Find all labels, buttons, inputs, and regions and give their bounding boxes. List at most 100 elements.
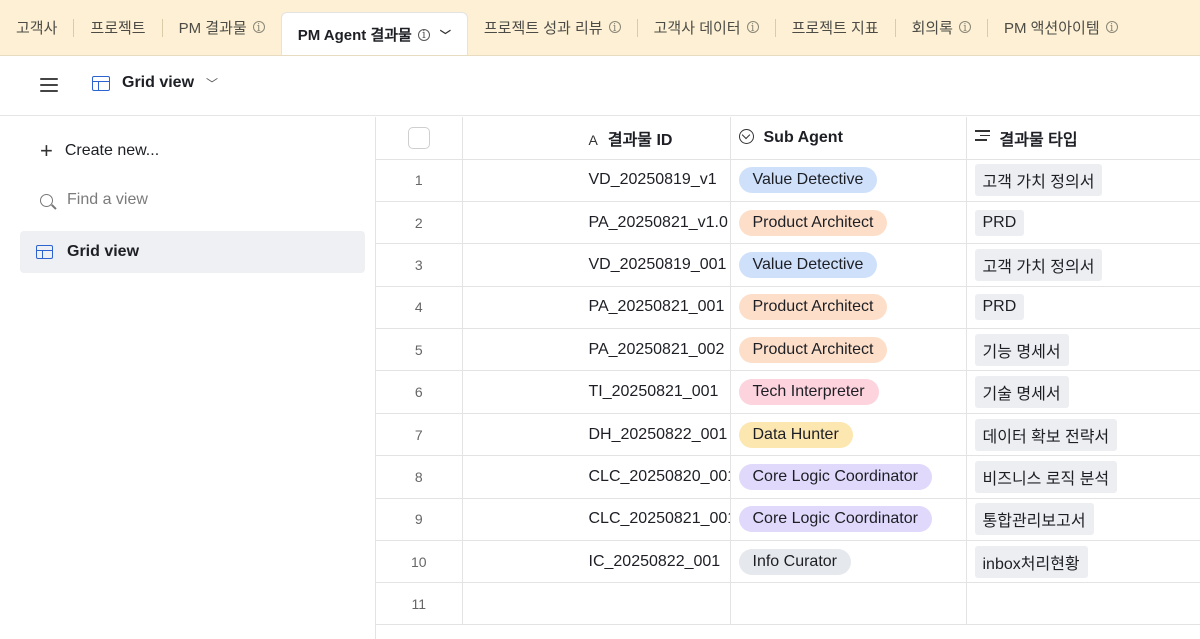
cell-id-text: PA_20250821_v1.0 bbox=[588, 213, 728, 231]
table-row[interactable]: 4 PA_20250821_001 Product Architect PRD bbox=[376, 286, 1200, 330]
cell-type[interactable]: 데이터 확보 전략서 bbox=[966, 413, 1200, 457]
view-switcher-button[interactable]: Grid view ﹀ bbox=[92, 74, 218, 92]
cell-type[interactable]: 비즈니스 로직 분석 bbox=[966, 455, 1200, 499]
cell-sub-agent[interactable] bbox=[730, 582, 967, 626]
cell-sub-agent[interactable]: Core Logic Coordinator bbox=[730, 455, 967, 499]
tab-7[interactable]: 회의록 i bbox=[896, 0, 987, 55]
cell-id[interactable]: VD_20250819_v1 bbox=[462, 159, 731, 202]
row-number: 4 bbox=[376, 286, 463, 330]
cell-id[interactable]: PA_20250821_002 bbox=[462, 328, 731, 372]
cell-id-text: PA_20250821_002 bbox=[588, 340, 725, 358]
create-new-view-button[interactable]: + Create new... bbox=[20, 130, 365, 172]
cell-id[interactable] bbox=[462, 582, 731, 626]
tab-3[interactable]: PM Agent 결과물 i ﹀ bbox=[280, 12, 468, 55]
table-row[interactable]: 8 CLC_20250820_001 Core Logic Coordinator 비… bbox=[376, 455, 1200, 499]
tab-6[interactable]: 프로젝트 지표 bbox=[776, 0, 895, 55]
cell-id-text: VD_20250819_001 bbox=[588, 255, 727, 273]
info-icon[interactable]: i bbox=[417, 28, 430, 41]
cell-sub-agent[interactable]: Data Hunter bbox=[730, 413, 967, 457]
cell-type[interactable]: PRD bbox=[966, 201, 1200, 245]
cell-id[interactable]: PA_20250821_001 bbox=[462, 286, 731, 330]
select-all-checkbox[interactable] bbox=[407, 126, 430, 149]
find-view-input[interactable] bbox=[67, 191, 327, 209]
row-number-label: 9 bbox=[414, 511, 423, 528]
cell-id[interactable]: IC_20250822_001 bbox=[462, 540, 731, 584]
tab-1[interactable]: 프로젝트 bbox=[74, 0, 161, 55]
table-row[interactable]: 10 IC_20250822_001 Info Curator inbox처리현황 bbox=[376, 540, 1200, 584]
column-header-id[interactable]: A 결과물 ID bbox=[462, 117, 731, 160]
table-row[interactable]: 5 PA_20250821_002 Product Architect 기능 명세서 bbox=[376, 328, 1200, 372]
cell-type[interactable] bbox=[966, 582, 1200, 626]
table-row[interactable]: 1 VD_20250819_v1 Value Detective 고객 가치 정의서 bbox=[376, 159, 1200, 202]
text-field-icon: A bbox=[588, 131, 598, 148]
cell-sub-agent[interactable]: Core Logic Coordinator bbox=[730, 498, 967, 542]
tab-5[interactable]: 고객사 데이터 i bbox=[638, 0, 775, 55]
cell-type[interactable]: 기능 명세서 bbox=[966, 328, 1200, 372]
sidebar-item-label: Grid view bbox=[67, 243, 140, 260]
cell-id[interactable]: CLC_20250820_001 bbox=[462, 455, 731, 499]
sub-agent-pill: Core Logic Coordinator bbox=[738, 506, 932, 533]
chevron-down-icon[interactable]: ﹀ bbox=[440, 27, 451, 43]
table-row[interactable]: 3 VD_20250819_001 Value Detective 고객 가치 정의서 bbox=[376, 243, 1200, 287]
row-number: 7 bbox=[376, 413, 463, 457]
type-tag: 기능 명세서 bbox=[974, 333, 1069, 366]
cell-sub-agent[interactable]: Product Architect bbox=[730, 286, 967, 330]
cell-type[interactable]: PRD bbox=[966, 286, 1200, 330]
plus-icon: + bbox=[40, 138, 53, 163]
info-icon[interactable]: i bbox=[608, 21, 621, 33]
cell-sub-agent[interactable]: Product Architect bbox=[730, 201, 967, 245]
tab-0[interactable]: 고객사 bbox=[0, 0, 73, 55]
column-header-sub-agent[interactable]: Sub Agent bbox=[730, 117, 967, 160]
type-tag: inbox처리현황 bbox=[974, 545, 1088, 578]
row-number: 10 bbox=[376, 540, 463, 584]
cell-type[interactable]: 고객 가치 정의서 bbox=[966, 243, 1200, 287]
table-row[interactable]: 7 DH_20250822_001 Data Hunter 데이터 확보 전략서 bbox=[376, 413, 1200, 457]
tab-label: 고객사 bbox=[16, 19, 58, 37]
cell-id-text: CLC_20250821_001 bbox=[588, 510, 730, 528]
cell-type[interactable]: 기술 명세서 bbox=[966, 370, 1200, 414]
column-header-label: 결과물 타입 bbox=[999, 131, 1078, 149]
info-icon[interactable]: i bbox=[746, 21, 759, 33]
row-number-label: 8 bbox=[414, 468, 423, 485]
cell-sub-agent[interactable]: Info Curator bbox=[730, 540, 967, 584]
tab-8[interactable]: PM 액션아이템 i bbox=[988, 0, 1134, 55]
info-icon[interactable]: i bbox=[252, 21, 265, 33]
cell-sub-agent[interactable]: Product Architect bbox=[730, 328, 967, 372]
cell-sub-agent[interactable]: Value Detective bbox=[730, 159, 967, 202]
cell-id-text: VD_20250819_v1 bbox=[588, 171, 717, 189]
table-row[interactable]: 2 PA_20250821_v1.0 Product Architect PRD bbox=[376, 201, 1200, 245]
row-number-label: 3 bbox=[414, 256, 423, 273]
cell-id[interactable]: TI_20250821_001 bbox=[462, 370, 731, 414]
row-number: 5 bbox=[376, 328, 463, 372]
info-icon[interactable]: i bbox=[1105, 21, 1118, 33]
column-header-type[interactable]: 결과물 타입 bbox=[966, 117, 1200, 160]
type-tag: 비즈니스 로직 분석 bbox=[974, 460, 1118, 493]
cell-type[interactable]: 통합관리보고서 bbox=[966, 498, 1200, 542]
tab-4[interactable]: 프로젝트 성과 리뷰 i bbox=[468, 0, 637, 55]
table-row-empty[interactable]: 11 bbox=[376, 582, 1200, 626]
hamburger-menu-icon[interactable] bbox=[40, 78, 58, 92]
create-new-label: Create new... bbox=[64, 142, 160, 159]
info-icon[interactable]: i bbox=[958, 21, 971, 33]
sidebar-item-grid-view[interactable]: Grid view bbox=[20, 231, 365, 273]
type-tag: 고객 가치 정의서 bbox=[974, 248, 1103, 281]
find-view-field[interactable] bbox=[20, 179, 365, 221]
cell-id[interactable]: DH_20250822_001 bbox=[462, 413, 731, 457]
row-number: 8 bbox=[376, 455, 463, 499]
cell-id[interactable]: VD_20250819_001 bbox=[462, 243, 731, 287]
cell-sub-agent[interactable]: Tech Interpreter bbox=[730, 370, 967, 414]
table-row[interactable]: 9 CLC_20250821_001 Core Logic Coordinator 통… bbox=[376, 498, 1200, 542]
cell-id[interactable]: CLC_20250821_001 bbox=[462, 498, 731, 542]
row-number-label: 2 bbox=[414, 214, 423, 231]
table-row[interactable]: 6 TI_20250821_001 Tech Interpreter 기술 명세서 bbox=[376, 370, 1200, 414]
cell-id-text: CLC_20250820_001 bbox=[588, 467, 730, 485]
column-header-label: Sub Agent bbox=[763, 128, 843, 146]
tab-2[interactable]: PM 결과물 i bbox=[163, 0, 281, 55]
row-number: 11 bbox=[376, 582, 463, 626]
row-number-label: 6 bbox=[414, 384, 423, 401]
cell-type[interactable]: inbox처리현황 bbox=[966, 540, 1200, 584]
cell-sub-agent[interactable]: Value Detective bbox=[730, 243, 967, 287]
cell-id-text: TI_20250821_001 bbox=[588, 383, 719, 401]
cell-id[interactable]: PA_20250821_v1.0 bbox=[462, 201, 731, 245]
cell-type[interactable]: 고객 가치 정의서 bbox=[966, 159, 1200, 202]
